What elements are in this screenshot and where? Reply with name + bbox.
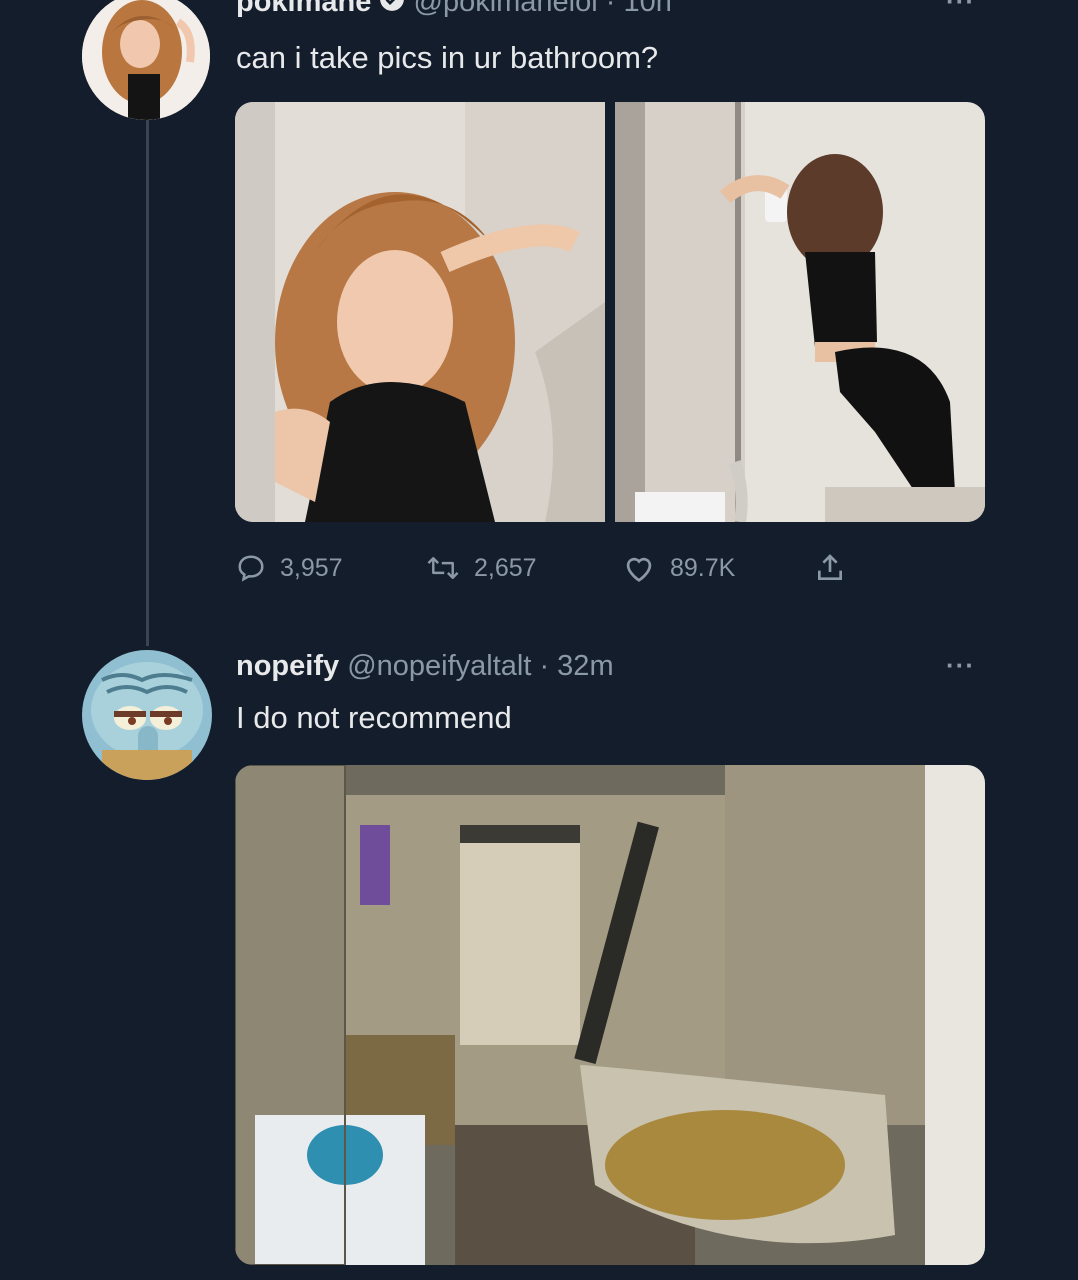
tweet2-photo [235,765,985,1265]
reply-icon [238,555,264,582]
like-button[interactable]: 89.7K [622,540,735,596]
tweet2-header: nopeify @nopeifyaltalt · 32m [236,650,614,683]
tweet2-author-name[interactable]: nopeify [236,650,339,682]
avatar-pokimane[interactable] [82,0,210,120]
more-icon[interactable]: ··· [946,0,975,17]
tweet2-timestamp[interactable]: · 32m [539,650,613,682]
avatar-nopeify[interactable] [82,650,212,780]
retweet-button[interactable]: 2,657 [426,540,537,596]
share-icon [818,554,842,580]
verified-badge-icon [379,0,405,20]
avatar-pokimane-image [82,0,210,120]
reply-button[interactable]: 3,957 [236,540,343,596]
tweet2-author-handle[interactable]: @nopeifyaltalt [347,650,531,682]
tweet1-header: pokimane @pokimanelol · 10h [236,0,672,20]
tweet1-photo-2[interactable] [615,102,985,522]
thread-connector-line [146,118,149,646]
tweet1-media-grid[interactable] [235,102,985,522]
retweet-count: 2,657 [474,553,537,582]
avatar-nopeify-image [82,650,212,780]
tweet2-text: I do not recommend [236,700,512,735]
tweet1-author-name[interactable]: pokimane [236,0,371,18]
tweet1-timestamp[interactable]: · 10h [606,0,672,18]
tweet1-author-handle[interactable]: @pokimanelol [414,0,598,18]
more-icon[interactable]: ··· [946,650,975,681]
retweet-icon [427,557,459,579]
share-button[interactable] [814,540,860,596]
tweet1-photo-1[interactable] [235,102,605,522]
tweet2-media[interactable] [235,765,985,1265]
tweet1-text: can i take pics in ur bathroom? [236,40,659,75]
like-icon [626,557,652,582]
like-count: 89.7K [670,553,736,582]
reply-count: 3,957 [280,553,343,582]
